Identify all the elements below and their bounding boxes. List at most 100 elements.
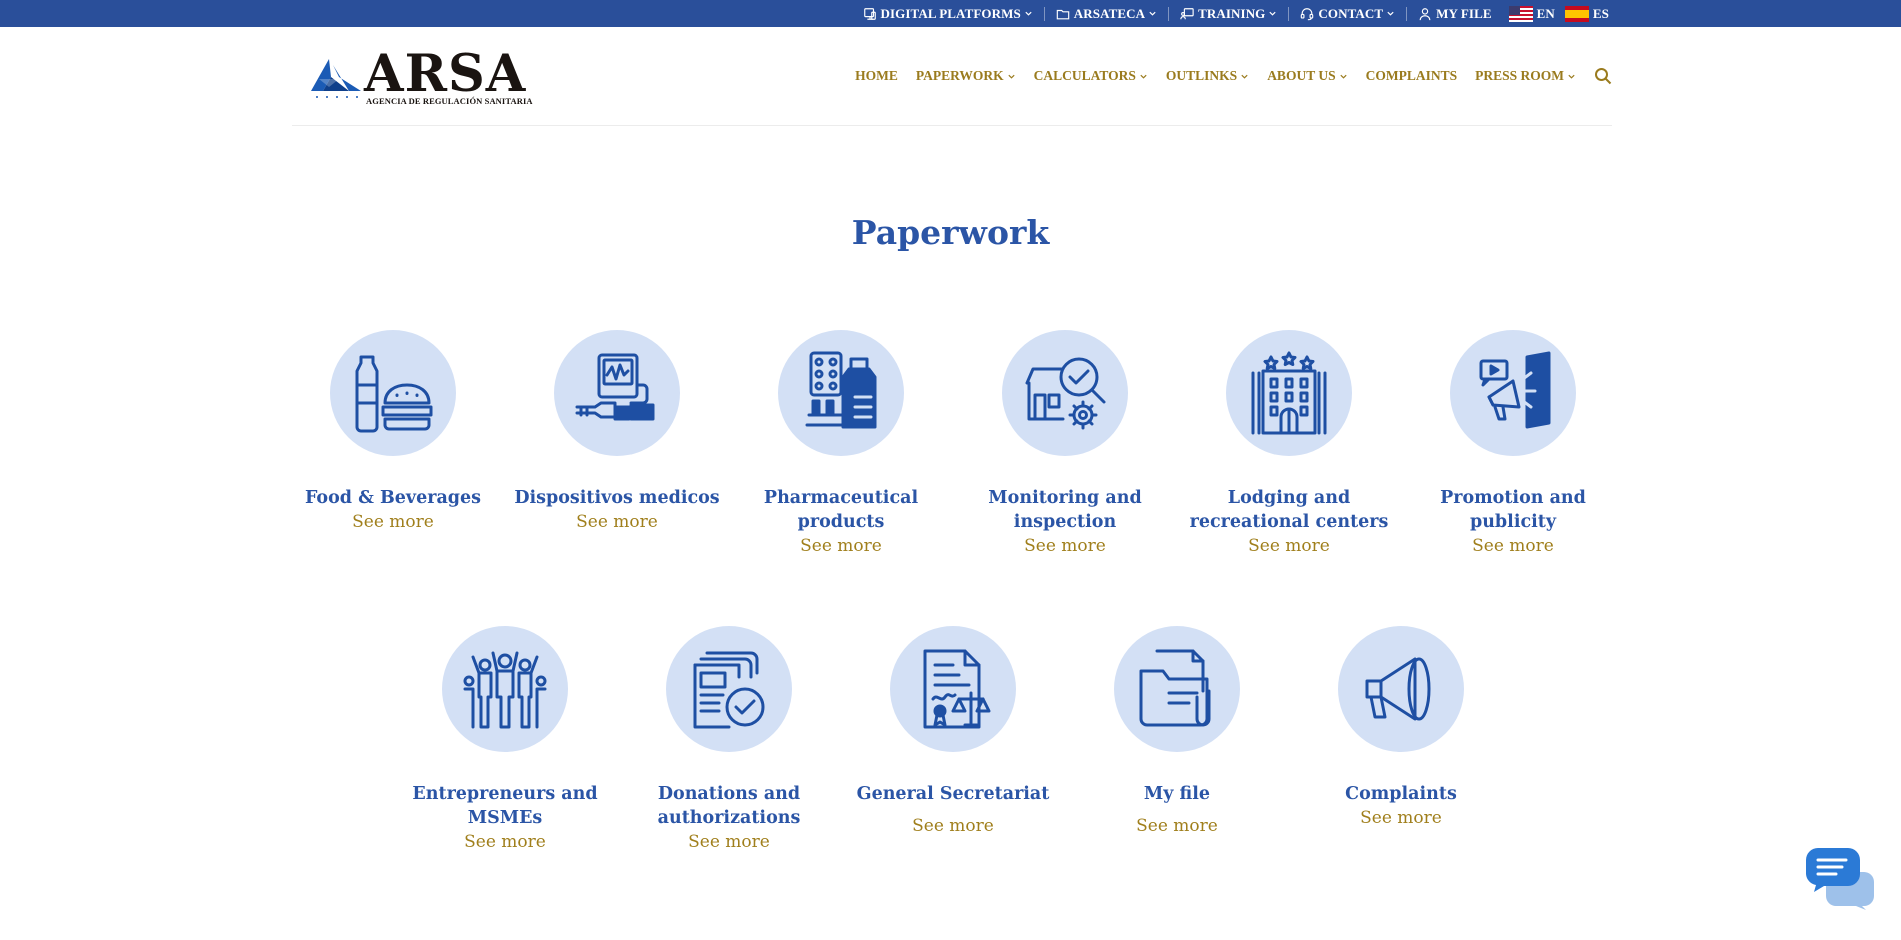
divider xyxy=(1288,6,1290,21)
logo-subtitle: AGENCIA DE REGULACIÓN SANITARIA xyxy=(366,96,533,106)
topbar-contact[interactable]: CONTACT xyxy=(1300,6,1395,22)
divider xyxy=(1043,6,1045,21)
divider xyxy=(1406,6,1408,21)
nav-home[interactable]: HOME xyxy=(855,68,898,84)
chevron-down-icon xyxy=(1387,11,1394,16)
nav-calculators[interactable]: CALCULATORS xyxy=(1034,68,1148,84)
card-food-beverages: Food & Beverages See more xyxy=(281,330,505,534)
card-title: Complaints xyxy=(1345,784,1457,804)
food-beverages-icon xyxy=(355,355,433,433)
site-header: ARSA AGENCIA DE REGULACIÓN SANITARIA HOM… xyxy=(292,27,1612,126)
see-more-link[interactable]: See more xyxy=(617,830,841,854)
inspection-icon xyxy=(1025,357,1106,430)
nav-press-room-label: PRESS ROOM xyxy=(1475,68,1564,83)
megaphone-icon xyxy=(1365,657,1431,721)
language-english[interactable]: EN xyxy=(1508,5,1555,22)
chat-widget-icon[interactable] xyxy=(1806,846,1876,910)
megaphone-ad-icon xyxy=(1479,351,1551,429)
top-utility-nav: DIGITAL PLATFORMS ARSATECA TRAINING CONT… xyxy=(863,0,1609,27)
topbar-digital-platforms-label: DIGITAL PLATFORMS xyxy=(880,5,1021,21)
main-navigation: HOME PAPERWORK CALCULATORS OUTLINKS ABOU… xyxy=(837,64,1612,88)
card-icon-circle[interactable] xyxy=(1002,330,1128,456)
nav-paperwork[interactable]: PAPERWORK xyxy=(916,68,1016,84)
card-title: Lodging and recreational centers xyxy=(1189,488,1389,532)
chevron-down-icon xyxy=(1149,11,1156,16)
arsa-logo[interactable]: ARSA AGENCIA DE REGULACIÓN SANITARIA xyxy=(309,45,534,107)
user-icon xyxy=(1419,7,1431,20)
card-icon-circle[interactable] xyxy=(778,330,904,456)
card-pharmaceutical: Pharmaceutical products See more xyxy=(729,330,953,558)
card-general-secretariat: General Secretariat See more xyxy=(841,626,1065,838)
see-more-link[interactable]: See more xyxy=(1401,534,1625,558)
card-title: Entrepreneurs and MSMEs xyxy=(412,784,598,828)
topbar-contact-label: CONTACT xyxy=(1318,5,1384,21)
folder-icon xyxy=(1056,9,1070,19)
training-icon xyxy=(1180,7,1194,19)
see-more-link[interactable]: See more xyxy=(729,534,953,558)
card-title: Monitoring and inspection xyxy=(988,488,1142,532)
card-title: My file xyxy=(1143,784,1211,804)
nav-about-us[interactable]: ABOUT US xyxy=(1267,68,1347,84)
card-icon-circle[interactable] xyxy=(1114,626,1240,752)
card-title: Dispositivos medicos xyxy=(514,488,720,508)
nav-about-us-label: ABOUT US xyxy=(1267,68,1336,83)
medical-devices-icon xyxy=(575,353,655,421)
nav-outlinks[interactable]: OUTLINKS xyxy=(1166,68,1249,84)
chevron-down-icon xyxy=(1269,11,1277,16)
topbar-digital-platforms[interactable]: DIGITAL PLATFORMS xyxy=(863,6,1033,22)
top-utility-bar: DIGITAL PLATFORMS ARSATECA TRAINING CONT… xyxy=(0,0,1901,27)
chevron-down-icon xyxy=(1339,74,1347,79)
card-icon-circle[interactable] xyxy=(890,626,1016,752)
see-more-link[interactable]: See more xyxy=(393,830,617,854)
card-title: Promotion and publicity xyxy=(1440,488,1586,532)
card-icon-circle[interactable] xyxy=(666,626,792,752)
see-more-link[interactable]: See more xyxy=(841,814,1065,838)
card-title: General Secretariat xyxy=(856,784,1050,804)
nav-calculators-label: CALCULATORS xyxy=(1033,68,1136,83)
digital-platforms-icon xyxy=(863,7,876,20)
card-icon-circle[interactable] xyxy=(442,626,568,752)
us-flag-icon xyxy=(1508,5,1533,22)
see-more-link[interactable]: See more xyxy=(281,510,505,534)
hotel-icon xyxy=(1251,351,1327,435)
topbar-arsateca[interactable]: ARSATECA xyxy=(1056,6,1157,22)
nav-press-room[interactable]: PRESS ROOM xyxy=(1475,68,1576,84)
card-title: Donations and authorizations xyxy=(657,784,801,828)
logo-wordmark: ARSA xyxy=(364,44,527,104)
topbar-my-file[interactable]: MY FILE xyxy=(1418,5,1492,22)
card-promotion-publicity: Promotion and publicity See more xyxy=(1401,330,1625,558)
see-more-link[interactable]: See more xyxy=(1289,806,1513,830)
see-more-link[interactable]: See more xyxy=(953,534,1177,558)
chevron-down-icon xyxy=(1025,11,1032,16)
card-icon-circle[interactable] xyxy=(330,330,456,456)
people-icon xyxy=(463,651,547,729)
card-my-file: My file See more xyxy=(1065,626,1289,838)
card-icon-circle[interactable] xyxy=(1226,330,1352,456)
topbar-training[interactable]: TRAINING xyxy=(1180,6,1277,22)
card-icon-circle[interactable] xyxy=(1450,330,1576,456)
language-spanish-label: ES xyxy=(1592,5,1609,21)
card-donations-authorizations: Donations and authorizations See more xyxy=(617,626,841,854)
nav-outlinks-label: OUTLINKS xyxy=(1165,68,1238,83)
nav-home-label: HOME xyxy=(855,68,898,83)
nav-complaints[interactable]: COMPLAINTS xyxy=(1366,68,1458,84)
card-entrepreneurs-msmes: Entrepreneurs and MSMEs See more xyxy=(393,626,617,854)
search-icon[interactable] xyxy=(1594,67,1612,85)
chevron-down-icon xyxy=(1241,74,1248,79)
card-icon-circle[interactable] xyxy=(554,330,680,456)
card-icon-circle[interactable] xyxy=(1338,626,1464,752)
see-more-link[interactable]: See more xyxy=(1065,814,1289,838)
folder-icon xyxy=(1139,649,1211,727)
nav-paperwork-label: PAPERWORK xyxy=(915,68,1004,83)
language-spanish[interactable]: ES xyxy=(1564,5,1609,22)
topbar-training-label: TRAINING xyxy=(1198,5,1266,21)
pharmaceutical-icon xyxy=(805,351,877,429)
nav-complaints-label: COMPLAINTS xyxy=(1365,68,1458,83)
card-complaints: Complaints See more xyxy=(1289,626,1513,830)
chevron-down-icon xyxy=(1008,74,1015,79)
document-check-icon xyxy=(693,651,765,729)
see-more-link[interactable]: See more xyxy=(1177,534,1401,558)
see-more-link[interactable]: See more xyxy=(505,510,729,534)
card-title: Food & Beverages xyxy=(304,488,482,508)
topbar-my-file-label: MY FILE xyxy=(1436,5,1492,21)
